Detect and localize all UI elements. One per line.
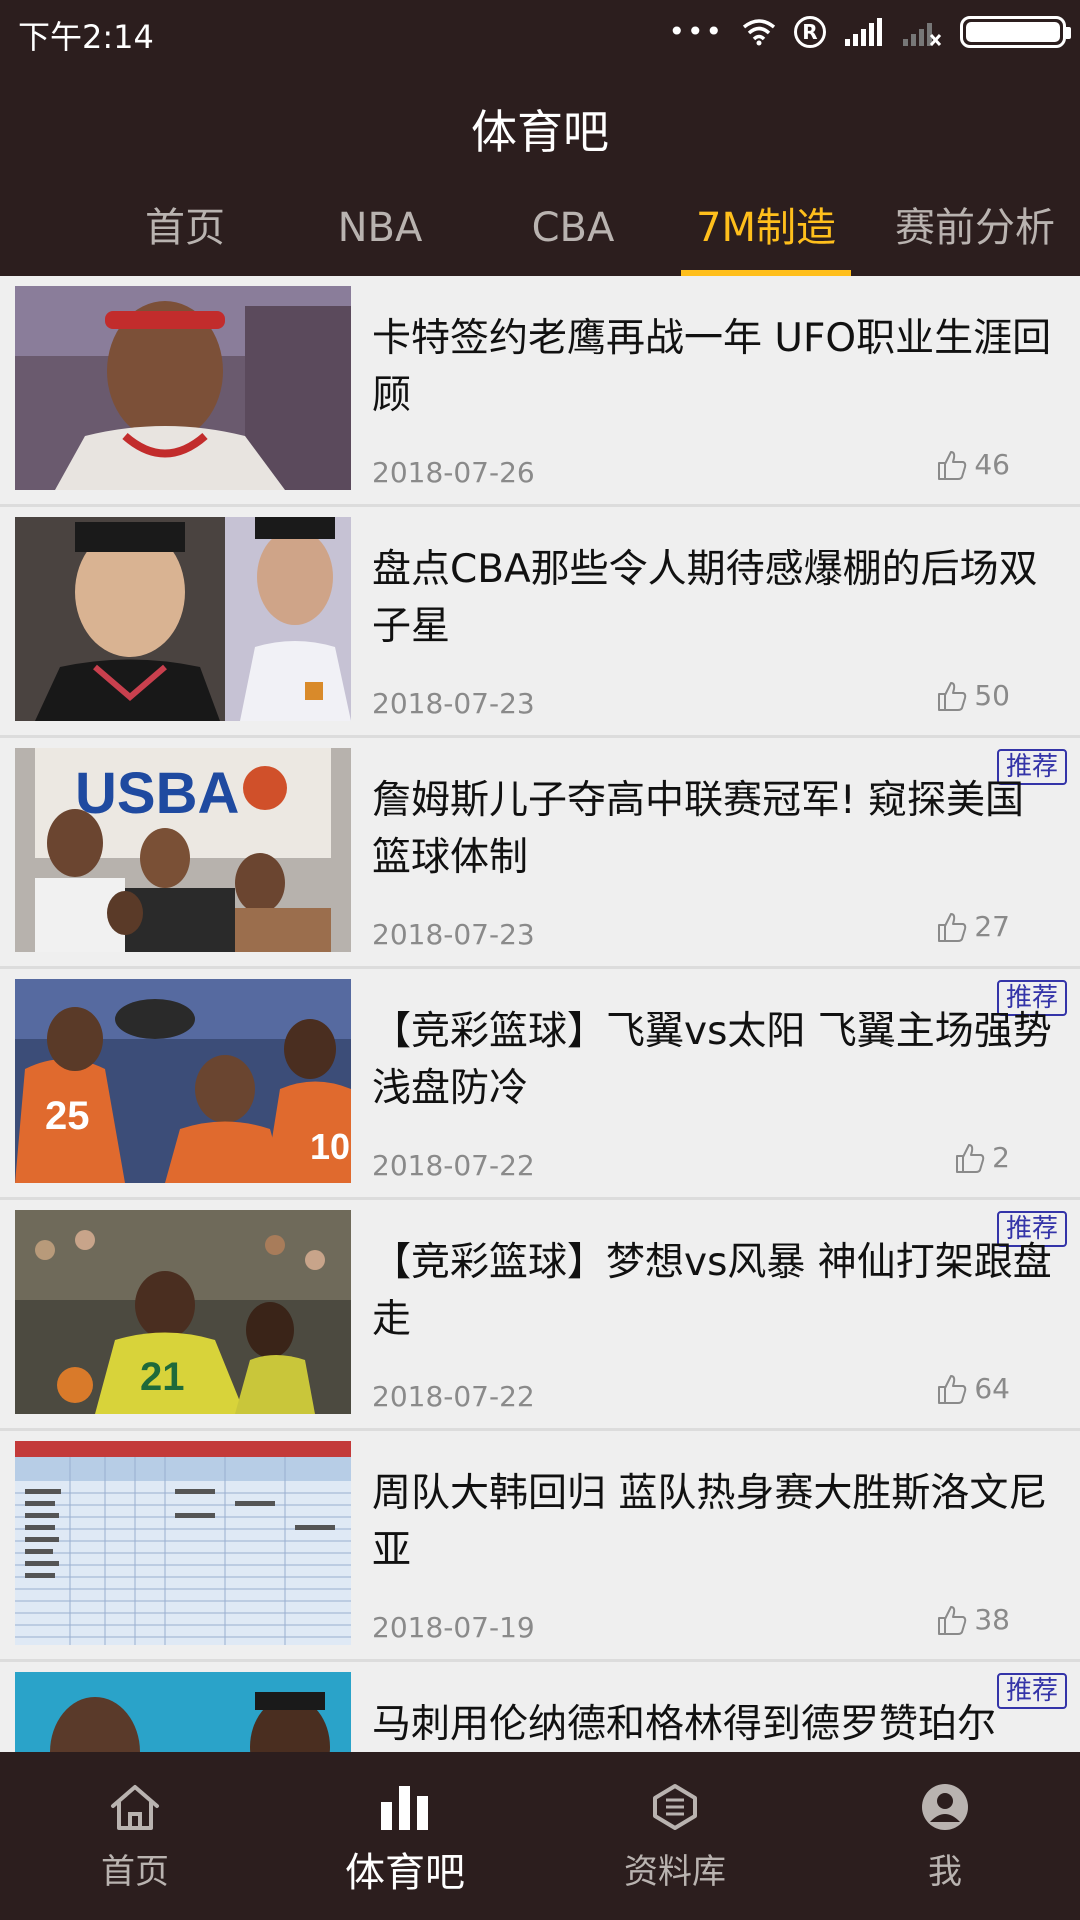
list-item[interactable]: 推荐 USBA 詹姆斯儿子夺高中联赛冠军! 窥探美国篮球体制 2018-07-2… — [0, 738, 1080, 969]
article-title: 【竞彩篮球】飞翼vs太阳 飞翼主场强势浅盘防冷 — [372, 1009, 1052, 1111]
home-icon — [111, 1785, 159, 1830]
svg-text:10: 10 — [310, 1126, 350, 1167]
tab-label: NBA — [337, 205, 423, 251]
article-thumbnail: 21 — [15, 1210, 351, 1414]
page-title: 体育吧 — [471, 105, 609, 159]
article-date: 2018-07-22 — [372, 1149, 535, 1182]
like-button[interactable]: 38 — [936, 1603, 1010, 1636]
status-bar: 下午2:14 ••• R — [0, 0, 1080, 60]
like-button[interactable]: 27 — [936, 910, 1010, 943]
article-thumbnail: 25 10 — [15, 979, 351, 1183]
nav-label: 资料库 — [624, 1852, 726, 1892]
thumbs-up-icon — [956, 1143, 985, 1173]
nav-label: 首页 — [101, 1852, 169, 1892]
list-item[interactable]: 推荐 25 10 【竞彩篮球】飞翼vs太阳 飞翼主场强势浅盘防冷 2018-07… — [0, 969, 1080, 1200]
like-button[interactable]: 50 — [936, 679, 1010, 712]
article-thumbnail — [15, 286, 351, 490]
article-date: 2018-07-19 — [372, 1611, 535, 1644]
article-title: 【竞彩篮球】梦想vs风暴 神仙打架跟盘走 — [372, 1240, 1052, 1342]
bottom-navigation: 首页 体育吧 资料库 我 — [0, 1752, 1080, 1920]
like-button[interactable]: 2 — [954, 1141, 1010, 1174]
nav-home[interactable]: 首页 — [0, 1752, 270, 1920]
tab-label: 7M制造 — [696, 205, 836, 251]
like-count: 64 — [974, 1372, 1010, 1405]
tab-pre-match-analysis[interactable]: 赛前分析 — [875, 196, 1075, 276]
tab-7m-made[interactable]: 7M制造 — [681, 196, 851, 276]
list-item[interactable]: 卡特签约老鹰再战一年 UFO职业生涯回顾 2018-07-26 46 — [0, 276, 1080, 507]
like-count: 46 — [974, 448, 1010, 481]
like-count: 38 — [974, 1603, 1010, 1636]
like-button[interactable]: 46 — [936, 448, 1010, 481]
svg-text:21: 21 — [140, 1355, 185, 1399]
tab-label: CBA — [531, 205, 615, 251]
signal-off-icon — [903, 23, 942, 47]
nav-label: 我 — [928, 1852, 962, 1892]
like-count: 27 — [974, 910, 1010, 943]
like-count: 50 — [974, 679, 1010, 712]
list-item[interactable]: 推荐 马刺用伦纳德和格林得到德罗赞珀尔 — [0, 1662, 1080, 1752]
tab-label: 赛前分析 — [895, 205, 1055, 251]
nav-sports-bar[interactable]: 体育吧 — [270, 1752, 540, 1920]
app-header: 下午2:14 ••• R 体育吧 首页 NBA CBA 7M制造 赛前分析 — [0, 0, 1080, 276]
registered-icon: R — [794, 16, 826, 48]
thumbs-up-icon — [938, 912, 967, 942]
thumbs-up-icon — [938, 681, 967, 711]
wifi-icon — [742, 19, 776, 46]
nav-database[interactable]: 资料库 — [540, 1752, 810, 1920]
article-thumbnail — [15, 517, 351, 721]
tab-home[interactable]: 首页 — [100, 196, 270, 276]
user-icon — [922, 1784, 968, 1830]
list-item[interactable]: 盘点CBA那些令人期待感爆棚的后场双子星 2018-07-23 50 — [0, 507, 1080, 738]
list-item[interactable]: 推荐 21 【竞彩篮球】梦想vs风暴 神仙打架跟盘走 2018-07-22 64 — [0, 1200, 1080, 1431]
svg-text:USBA: USBA — [75, 761, 239, 826]
status-time: 下午2:14 — [18, 18, 154, 56]
status-icons: ••• R — [668, 12, 1071, 52]
nav-label: 体育吧 — [345, 1850, 465, 1896]
article-date: 2018-07-23 — [372, 687, 535, 720]
article-title: 马刺用伦纳德和格林得到德罗赞珀尔 — [372, 1702, 997, 1747]
article-date: 2018-07-22 — [372, 1380, 535, 1413]
svg-text:25: 25 — [45, 1094, 90, 1138]
thumbs-up-icon — [938, 1605, 967, 1635]
article-title: 周队大韩回归 蓝队热身赛大胜斯洛文尼亚 — [372, 1471, 1048, 1573]
tab-label: 首页 — [145, 205, 225, 251]
article-title: 詹姆斯儿子夺高中联赛冠军! 窥探美国篮球体制 — [372, 778, 1025, 880]
database-icon — [653, 1784, 697, 1830]
like-button[interactable]: 64 — [936, 1372, 1010, 1405]
like-count: 2 — [992, 1141, 1010, 1174]
list-item[interactable]: 周队大韩回归 蓝队热身赛大胜斯洛文尼亚 2018-07-19 38 — [0, 1431, 1080, 1662]
bar-chart-icon — [381, 1786, 428, 1830]
article-title: 盘点CBA那些令人期待感爆棚的后场双子星 — [372, 547, 1038, 649]
more-dots-icon: ••• — [668, 15, 724, 48]
signal-icon — [845, 18, 882, 46]
thumbs-up-icon — [938, 1374, 967, 1404]
article-date: 2018-07-26 — [372, 456, 535, 489]
article-thumbnail — [15, 1441, 351, 1645]
nav-me[interactable]: 我 — [810, 1752, 1080, 1920]
article-date: 2018-07-23 — [372, 918, 535, 951]
category-tabs: 首页 NBA CBA 7M制造 赛前分析 — [0, 196, 1080, 276]
article-thumbnail — [15, 1672, 351, 1752]
article-list[interactable]: 卡特签约老鹰再战一年 UFO职业生涯回顾 2018-07-26 46 盘点CBA… — [0, 276, 1080, 1752]
thumbs-up-icon — [938, 450, 967, 480]
article-title: 卡特签约老鹰再战一年 UFO职业生涯回顾 — [372, 316, 1052, 418]
article-thumbnail: USBA — [15, 748, 351, 952]
battery-icon — [960, 16, 1071, 48]
tab-nba[interactable]: NBA — [295, 196, 465, 276]
tab-cba[interactable]: CBA — [488, 196, 658, 276]
